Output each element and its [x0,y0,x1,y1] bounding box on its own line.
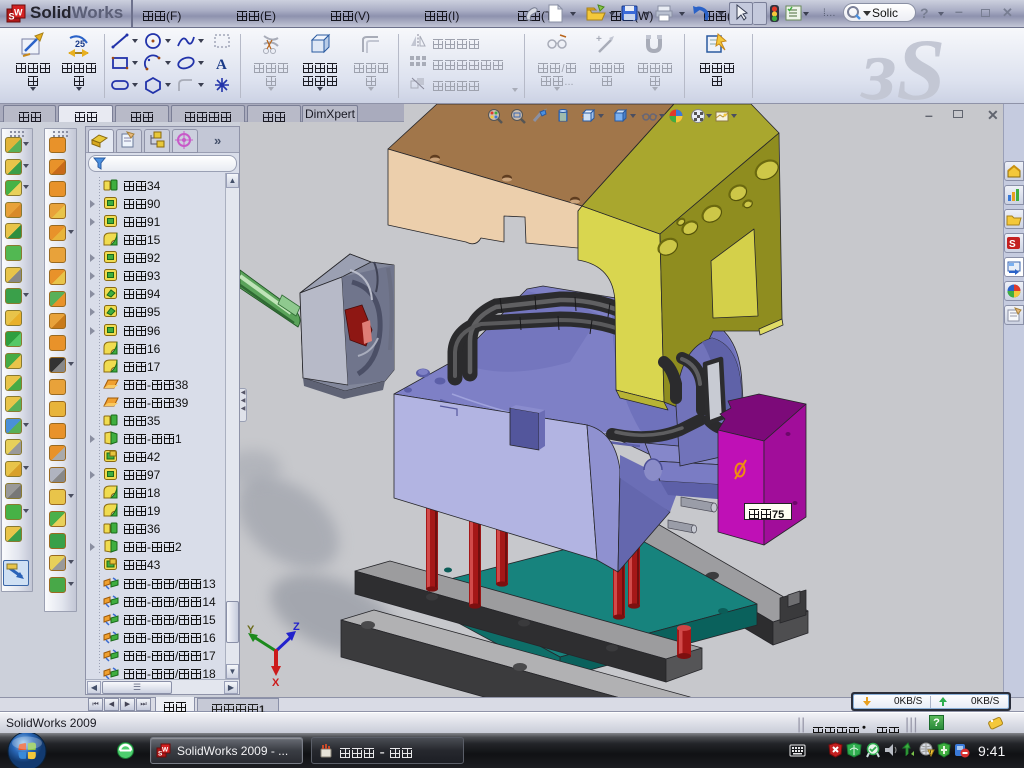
svg-text:Y: Y [247,624,255,636]
svg-text:25: 25 [75,39,85,49]
svg-text:+: + [596,34,602,45]
svg-text:A: A [216,57,227,72]
svg-text:W: W [14,8,23,18]
svg-text:W: W [162,747,169,754]
svg-text:S: S [1009,239,1016,250]
svg-text:Z: Z [293,621,300,633]
svg-text:X: X [272,677,280,689]
